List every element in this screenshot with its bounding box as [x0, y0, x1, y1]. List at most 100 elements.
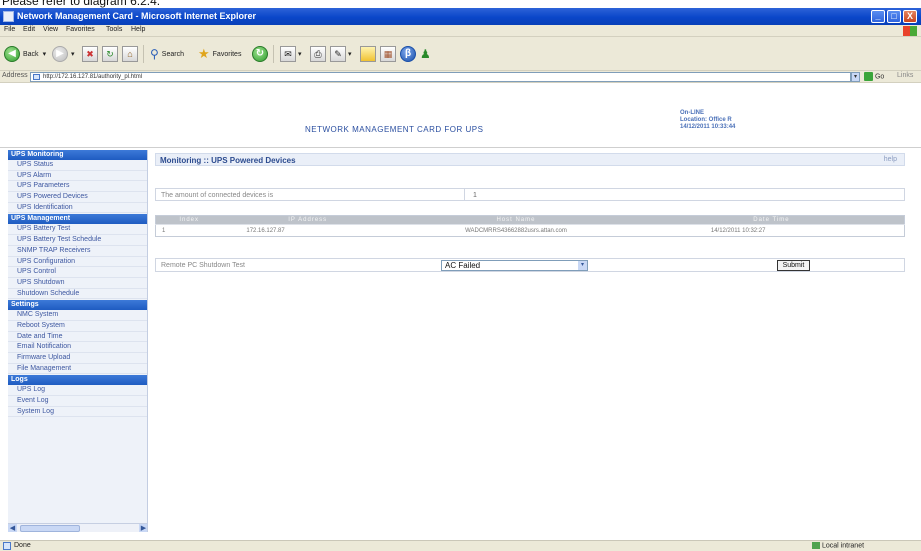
mail-icon: ✉: [280, 46, 296, 62]
sidebar-item-ups-status[interactable]: UPS Status: [8, 160, 147, 171]
links-button[interactable]: Links: [897, 72, 913, 79]
go-button[interactable]: Go: [864, 72, 890, 82]
scrollbar-thumb[interactable]: [20, 525, 80, 532]
close-button[interactable]: X: [903, 10, 917, 23]
sidebar-item-ups-shutdown[interactable]: UPS Shutdown: [8, 278, 147, 289]
home-icon: ⌂: [122, 46, 138, 62]
caption-text: Please refer to diagram 6.2.4.: [2, 0, 161, 8]
forward-button[interactable]: ▶ ▾: [52, 45, 75, 63]
sidebar-item-ups-identification[interactable]: UPS Identification: [8, 203, 147, 214]
sidebar-item-ups-battery-test-schedule[interactable]: UPS Battery Test Schedule: [8, 235, 147, 246]
chevron-down-icon[interactable]: ▾: [578, 261, 587, 270]
search-icon: ⚲: [150, 47, 159, 61]
sidebar-item-ups-control[interactable]: UPS Control: [8, 267, 147, 278]
favorites-star-icon: ★: [198, 46, 210, 61]
sidebar-item-shutdown-schedule[interactable]: Shutdown Schedule: [8, 289, 147, 300]
help-link[interactable]: help: [884, 156, 897, 163]
sidebar-item-snmp-trap-receivers[interactable]: SNMP TRAP Receivers: [8, 246, 147, 257]
breadcrumb-bar: Monitoring :: UPS Powered Devices help: [155, 153, 905, 166]
sidebar-item-ups-log[interactable]: UPS Log: [8, 385, 147, 397]
address-label: Address: [2, 72, 28, 79]
submit-button[interactable]: Submit: [777, 260, 810, 271]
print-button[interactable]: ⎙: [310, 45, 326, 63]
sidebar-item-date-and-time[interactable]: Date and Time: [8, 332, 147, 343]
brand-title: NETWORK MANAGEMENT CARD FOR UPS: [305, 125, 484, 134]
page-header: NETWORK MANAGEMENT CARD FOR UPS On-LINE …: [0, 84, 921, 148]
ups-status-info: On-LINE Location: Office R 14/12/2011 10…: [680, 110, 735, 131]
page-done-icon: [3, 542, 11, 550]
column-header-ip-address: IP Address: [222, 215, 394, 225]
cell-index: 1: [155, 224, 223, 237]
sidebar-item-file-management[interactable]: File Management: [8, 364, 147, 375]
refresh-icon: ↻: [102, 46, 118, 62]
messenger-button[interactable]: ♟: [420, 45, 431, 63]
menu-edit[interactable]: Edit: [23, 26, 35, 33]
edit-button[interactable]: ✎ ▾: [330, 45, 352, 63]
maximize-button[interactable]: □: [887, 10, 901, 23]
bluetooth-button[interactable]: β: [400, 45, 416, 63]
sidebar-item-ups-powered-devices[interactable]: UPS Powered Devices: [8, 192, 147, 203]
shutdown-event-select[interactable]: AC Failed ▾: [441, 260, 588, 271]
sidebar-item-email-notification[interactable]: Email Notification: [8, 342, 147, 353]
favorites-label: Favorites: [212, 50, 242, 58]
page-icon: [33, 74, 40, 80]
stop-icon: ✖: [82, 46, 98, 62]
research-button[interactable]: ▦: [380, 45, 396, 63]
sidebar-horizontal-scrollbar[interactable]: ◀ ▶: [8, 523, 147, 532]
sidebar-item-event-log[interactable]: Event Log: [8, 396, 147, 407]
status-bar: Done Local intranet: [0, 540, 921, 551]
sidebar-item-firmware-upload[interactable]: Firmware Upload: [8, 353, 147, 364]
device-count-label: The amount of connected devices is: [161, 192, 274, 199]
device-count-value: 1: [473, 192, 477, 199]
toolbar-separator: [273, 45, 274, 63]
address-dropdown-icon[interactable]: ▾: [851, 72, 860, 82]
edit-page-icon: ✎: [330, 46, 346, 62]
stop-button[interactable]: ✖: [82, 45, 98, 63]
sidebar-section-logs[interactable]: Logs: [8, 375, 147, 386]
menu-tools[interactable]: Tools: [106, 26, 122, 33]
sidebar-item-ups-battery-test[interactable]: UPS Battery Test: [8, 224, 147, 236]
sidebar-item-reboot-system[interactable]: Reboot System: [8, 321, 147, 332]
cell-ip-address: 172.16.127.87: [222, 224, 394, 237]
edit-dropdown-icon: ▾: [348, 51, 352, 58]
caption: Please refer to diagram 6.2.4.: [0, 0, 921, 8]
scroll-right-icon[interactable]: ▶: [139, 524, 147, 532]
favorites-button[interactable]: ★ Favorites: [198, 45, 241, 63]
minimize-button[interactable]: _: [871, 10, 885, 23]
menu-favorites[interactable]: Favorites: [66, 26, 95, 33]
menu-bar: File Edit View Favorites Tools Help: [0, 25, 921, 37]
ie-page-icon: [3, 11, 14, 22]
discuss-button[interactable]: [360, 45, 376, 63]
sidebar-item-ups-parameters[interactable]: UPS Parameters: [8, 181, 147, 193]
research-icon: ▦: [380, 46, 396, 62]
ups-location: Location: Office R: [680, 117, 732, 123]
mail-button[interactable]: ✉ ▾: [280, 45, 302, 63]
window-title: Network Management Card - Microsoft Inte…: [17, 11, 257, 21]
mail-dropdown-icon: ▾: [298, 51, 302, 58]
table-header-row: Index IP Address Host Name Date Time: [155, 215, 905, 225]
history-button[interactable]: ↻: [252, 45, 268, 63]
sidebar-section-ups-management[interactable]: UPS Management: [8, 214, 147, 225]
back-label: Back: [23, 50, 39, 58]
window-titlebar: Network Management Card - Microsoft Inte…: [0, 8, 921, 25]
sidebar-item-nmc-system[interactable]: NMC System: [8, 310, 147, 321]
back-button[interactable]: ◀ Back ▾: [4, 45, 46, 63]
menu-file[interactable]: File: [4, 26, 15, 33]
sidebar-item-ups-alarm[interactable]: UPS Alarm: [8, 171, 147, 182]
back-dropdown-icon: ▾: [42, 51, 47, 58]
sidebar-section-settings[interactable]: Settings: [8, 300, 147, 311]
cell-divider: [464, 189, 465, 200]
scroll-left-icon[interactable]: ◀: [8, 524, 17, 532]
sidebar-item-system-log[interactable]: System Log: [8, 407, 147, 418]
status-text: Done: [14, 542, 31, 549]
remote-shutdown-test-row: Remote PC Shutdown Test AC Failed ▾ Subm…: [155, 258, 905, 272]
menu-help[interactable]: Help: [131, 26, 145, 33]
refresh-button[interactable]: ↻: [102, 45, 118, 63]
column-header-host-name: Host Name: [393, 215, 639, 225]
search-button[interactable]: ⚲ Search: [150, 45, 184, 63]
address-input[interactable]: http://172.16.127.81/authority_pl.html: [30, 72, 851, 82]
home-button[interactable]: ⌂: [122, 45, 138, 63]
sidebar-item-ups-configuration[interactable]: UPS Configuration: [8, 257, 147, 268]
menu-view[interactable]: View: [43, 26, 58, 33]
sidebar-section-ups-monitoring[interactable]: UPS Monitoring: [8, 150, 147, 160]
